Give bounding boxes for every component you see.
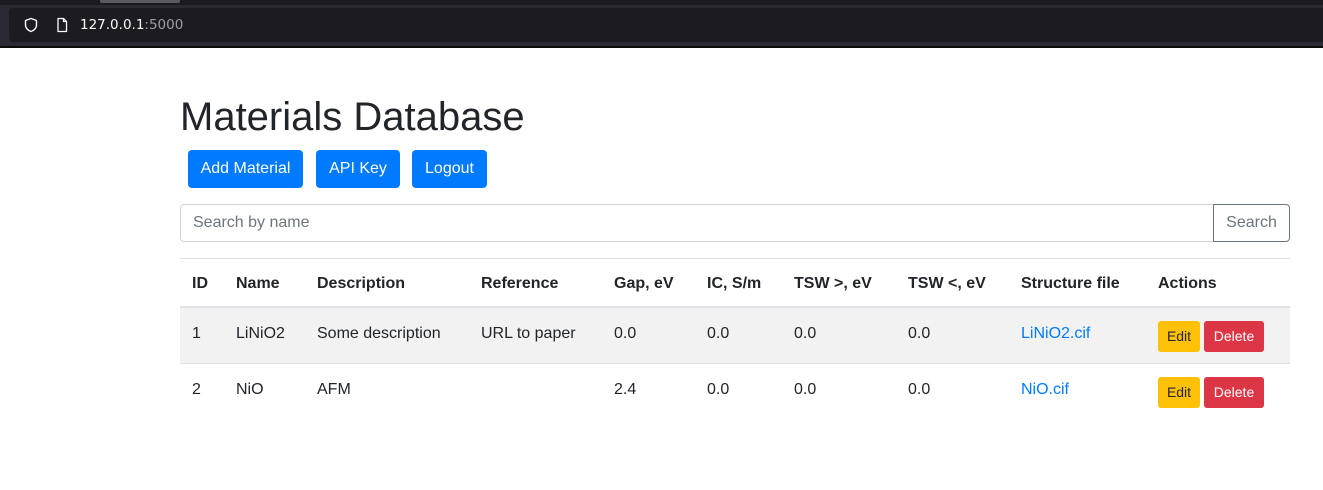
table-row: 1 LiNiO2 Some description URL to paper 0… bbox=[180, 308, 1290, 364]
address-bar[interactable]: 127.0.0.1:5000 bbox=[9, 8, 1323, 42]
shield-icon[interactable] bbox=[23, 17, 39, 33]
cell-name: LiNiO2 bbox=[236, 325, 285, 342]
cell-description: AFM bbox=[317, 381, 351, 398]
header-description: Description bbox=[317, 275, 406, 292]
cell-gap: 2.4 bbox=[614, 381, 637, 398]
table-row: 2 NiO AFM 2.4 0.0 0.0 0.0 NiO.cif Edit D… bbox=[180, 364, 1290, 420]
delete-button[interactable]: Delete bbox=[1204, 377, 1264, 408]
api-key-button[interactable]: API Key bbox=[316, 150, 400, 188]
table-header: ID Name Description Reference Gap, eV IC… bbox=[180, 258, 1290, 308]
cell-description: Some description bbox=[317, 325, 441, 342]
header-reference: Reference bbox=[481, 275, 559, 292]
cell-ic: 0.0 bbox=[707, 381, 730, 398]
header-gap: Gap, eV bbox=[614, 275, 674, 292]
cell-reference: URL to paper bbox=[481, 325, 576, 342]
cell-ic: 0.0 bbox=[707, 325, 730, 342]
cell-id: 2 bbox=[192, 381, 201, 398]
toolbar-divider bbox=[0, 46, 1323, 48]
page-title: Materials Database bbox=[180, 95, 525, 139]
header-structure-file: Structure file bbox=[1021, 275, 1120, 292]
structure-file-link[interactable]: NiO.cif bbox=[1021, 381, 1069, 399]
browser-toolbar: 127.0.0.1:5000 bbox=[0, 0, 1323, 48]
header-ic: IC, S/m bbox=[707, 275, 762, 292]
active-tab-indicator bbox=[100, 0, 180, 3]
edit-button[interactable]: Edit bbox=[1158, 321, 1200, 352]
logout-button[interactable]: Logout bbox=[412, 150, 487, 188]
delete-button[interactable]: Delete bbox=[1204, 321, 1264, 352]
edit-button[interactable]: Edit bbox=[1158, 377, 1200, 408]
structure-file-link[interactable]: LiNiO2.cif bbox=[1021, 325, 1090, 343]
search-input[interactable]: Search by name bbox=[180, 204, 1214, 242]
search-button[interactable]: Search bbox=[1213, 204, 1290, 242]
cell-tsw-less: 0.0 bbox=[908, 325, 931, 342]
url-host: 127.0.0.1 bbox=[80, 17, 145, 33]
cell-tsw-greater: 0.0 bbox=[794, 381, 817, 398]
url-text[interactable]: 127.0.0.1:5000 bbox=[80, 16, 183, 34]
header-tsw-greater: TSW >, eV bbox=[794, 275, 872, 292]
page-icon bbox=[57, 17, 68, 33]
cell-id: 1 bbox=[192, 325, 201, 342]
cell-gap: 0.0 bbox=[614, 325, 637, 342]
cell-tsw-greater: 0.0 bbox=[794, 325, 817, 342]
header-id: ID bbox=[192, 275, 208, 292]
add-material-button[interactable]: Add Material bbox=[188, 150, 303, 188]
header-actions: Actions bbox=[1158, 275, 1217, 292]
tab-strip bbox=[0, 0, 1323, 5]
header-name: Name bbox=[236, 275, 280, 292]
header-tsw-less: TSW <, eV bbox=[908, 275, 986, 292]
url-port: :5000 bbox=[144, 17, 184, 33]
cell-name: NiO bbox=[236, 381, 264, 398]
cell-tsw-less: 0.0 bbox=[908, 381, 931, 398]
